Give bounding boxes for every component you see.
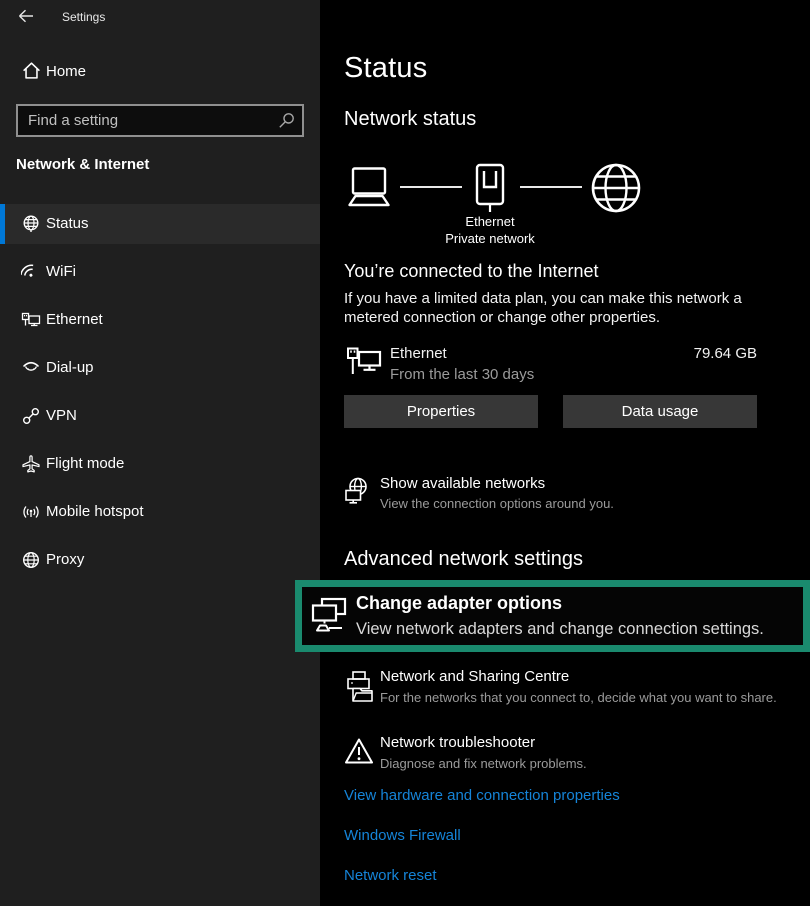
available-networks-icon <box>344 477 369 506</box>
sidebar-item-label: VPN <box>46 407 77 424</box>
ethernet-icon <box>21 310 41 330</box>
usage-amount: 79.64 GB <box>600 344 757 363</box>
show-available-networks-row[interactable]: Show available networks View the connect… <box>344 475 764 521</box>
sidebar: Settings Home Network & Internet Status … <box>0 0 320 906</box>
ethernet-plug-icon <box>474 163 506 213</box>
diagram-connection-label: Ethernet <box>420 214 560 229</box>
show-networks-title: Show available networks <box>380 475 545 492</box>
back-arrow-icon <box>16 6 40 26</box>
window-title: Settings <box>62 10 105 24</box>
page-title: Status <box>344 52 427 85</box>
advanced-item-description: View network adapters and change connect… <box>356 620 764 639</box>
sidebar-item-label: Home <box>46 63 86 80</box>
sidebar-section-title: Network & Internet <box>16 156 149 173</box>
advanced-item-description: Diagnose and fix network problems. <box>380 756 587 771</box>
advanced-settings-heading: Advanced network settings <box>344 548 583 571</box>
sidebar-item-label: Flight mode <box>46 455 124 472</box>
dialup-phone-icon <box>21 358 41 378</box>
advanced-item-title: Network troubleshooter <box>380 734 535 751</box>
selected-accent-bar <box>0 204 5 244</box>
link-network-reset[interactable]: Network reset <box>344 867 437 884</box>
advanced-item-title: Network and Sharing Centre <box>380 668 569 685</box>
sidebar-item-status[interactable]: Status <box>0 204 320 244</box>
back-button[interactable] <box>16 6 40 30</box>
search-box <box>16 104 304 137</box>
diagram-connector-line <box>400 186 462 188</box>
search-input[interactable] <box>28 106 268 135</box>
sidebar-item-label: Mobile hotspot <box>46 503 144 520</box>
sidebar-item-label: Dial-up <box>46 359 94 376</box>
diagram-network-type: Private network <box>420 231 560 246</box>
sidebar-item-flight-mode[interactable]: Flight mode <box>0 444 320 484</box>
sidebar-item-label: Ethernet <box>46 311 103 328</box>
airplane-icon <box>21 454 41 474</box>
internet-globe-icon <box>590 162 642 214</box>
home-icon <box>21 60 42 81</box>
usage-adapter-name: Ethernet <box>390 344 447 363</box>
advanced-item-description: For the networks that you connect to, de… <box>380 690 777 705</box>
network-adapters-icon <box>310 597 348 637</box>
warning-triangle-icon <box>344 737 374 765</box>
connected-heading: You’re connected to the Internet <box>344 261 599 282</box>
data-usage-button[interactable]: Data usage <box>563 395 757 428</box>
laptop-icon <box>344 166 394 208</box>
sidebar-item-wifi[interactable]: WiFi <box>0 252 320 292</box>
hotspot-icon <box>21 502 41 522</box>
network-status-heading: Network status <box>344 108 476 131</box>
diagram-connector-line <box>520 186 582 188</box>
show-networks-description: View the connection options around you. <box>380 496 614 511</box>
search-icon[interactable] <box>276 111 296 131</box>
vpn-icon <box>21 406 41 426</box>
advanced-item-network-troubleshooter[interactable]: Network troubleshooter Diagnose and fix … <box>344 734 804 780</box>
sidebar-item-mobile-hotspot[interactable]: Mobile hotspot <box>0 492 320 532</box>
sharing-centre-icon <box>344 670 376 704</box>
connected-description: If you have a limited data plan, you can… <box>344 289 779 327</box>
globe-status-icon <box>21 214 41 234</box>
advanced-item-title: Change adapter options <box>356 593 562 614</box>
proxy-globe-icon <box>21 550 41 570</box>
link-windows-firewall[interactable]: Windows Firewall <box>344 827 461 844</box>
sidebar-item-home[interactable]: Home <box>0 58 320 88</box>
ethernet-adapter-icon <box>346 345 382 381</box>
sidebar-item-proxy[interactable]: Proxy <box>0 540 320 580</box>
link-view-hardware-properties[interactable]: View hardware and connection properties <box>344 787 620 804</box>
properties-button[interactable]: Properties <box>344 395 538 428</box>
sidebar-item-dialup[interactable]: Dial-up <box>0 348 320 388</box>
usage-period: From the last 30 days <box>390 365 534 384</box>
highlight-box: Change adapter options View network adap… <box>295 580 810 652</box>
sidebar-item-vpn[interactable]: VPN <box>0 396 320 436</box>
sidebar-item-label: Proxy <box>46 551 84 568</box>
advanced-item-change-adapter-options[interactable]: Change adapter options View network adap… <box>302 587 803 645</box>
sidebar-item-ethernet[interactable]: Ethernet <box>0 300 320 340</box>
advanced-item-network-sharing-centre[interactable]: Network and Sharing Centre For the netwo… <box>344 668 804 714</box>
wifi-icon <box>21 262 41 282</box>
sidebar-item-label: Status <box>46 215 89 232</box>
sidebar-item-label: WiFi <box>46 263 76 280</box>
